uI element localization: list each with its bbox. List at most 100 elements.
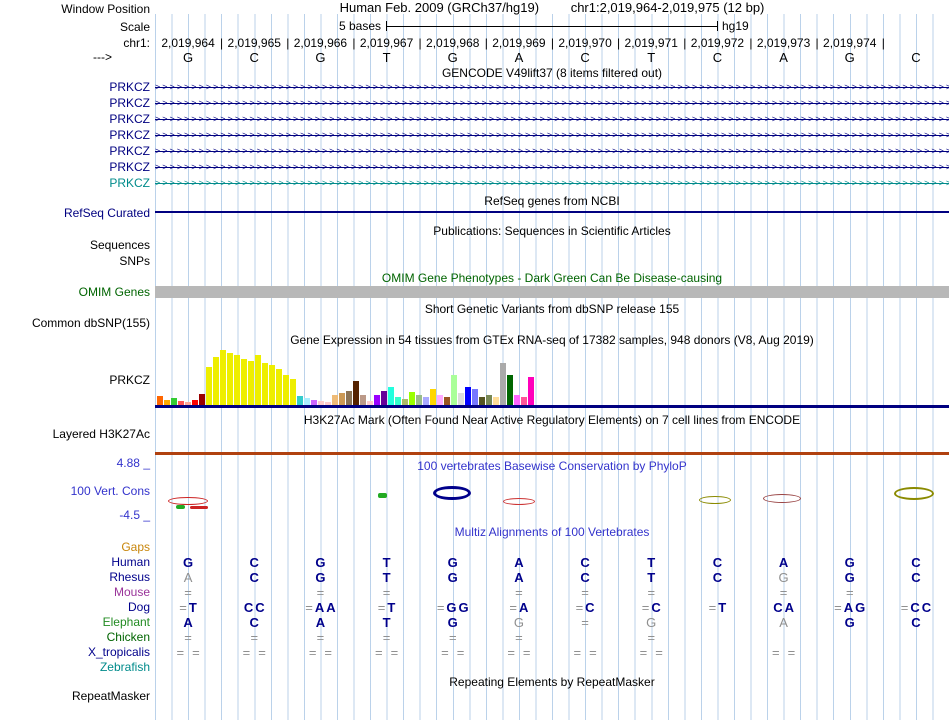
common-dbsnp-label[interactable]: Common dbSNP(155) — [0, 316, 150, 330]
alignment-cell: = — [184, 585, 192, 600]
alignment-cell: = = — [771, 645, 796, 660]
species-label[interactable]: Rhesus — [0, 570, 150, 584]
alignment-cell — [751, 630, 817, 645]
gtex-gene-label[interactable]: PRKCZ — [0, 373, 150, 387]
alignment-cell — [618, 540, 684, 555]
alignment-cell: G — [844, 615, 855, 630]
alignment-cell — [684, 540, 750, 555]
alignment-cell — [883, 660, 949, 675]
alignment-cell: = T — [179, 600, 197, 615]
chrom-label: chr1: — [123, 36, 150, 50]
species-label[interactable]: Dog — [0, 600, 150, 614]
alignment-cell — [817, 660, 883, 675]
alignment-cell: = = — [308, 645, 332, 660]
species-label[interactable]: Elephant — [0, 615, 150, 629]
alignment-row: ACGTGACTCGGC — [155, 570, 949, 585]
alignment-row — [155, 660, 949, 675]
alignment-cell: = — [316, 630, 325, 645]
alignment-cell: C — [712, 570, 723, 585]
alignment-cell: G — [315, 555, 326, 570]
alignment-row: = = = = = = = — [155, 630, 949, 645]
alignment-cell: = = — [441, 645, 465, 660]
species-label[interactable]: Mouse — [0, 585, 150, 599]
gene-label-prkcz[interactable]: PRKCZ — [0, 128, 150, 142]
repeatmasker-label[interactable]: RepeatMasker — [0, 689, 150, 703]
alignment-cell — [287, 660, 353, 675]
gene-label-prkcz[interactable]: PRKCZ — [0, 96, 150, 110]
strand-direction-label: ---> — [93, 50, 112, 64]
species-label[interactable]: Zebrafish — [0, 660, 150, 674]
alignment-cell — [751, 540, 817, 555]
snps-label[interactable]: SNPs — [0, 254, 150, 268]
alignment-cell — [684, 585, 750, 600]
alignment-cell: G — [315, 570, 326, 585]
alignment-cell — [684, 615, 750, 630]
gene-label-prkcz[interactable]: PRKCZ — [0, 80, 150, 94]
repeatmasker-track-title: Repeating Elements by RepeatMasker — [449, 675, 655, 689]
alignment-cell — [883, 630, 949, 645]
alignment-cell: = = — [507, 645, 531, 660]
phylop-track-label[interactable]: 100 Vert. Cons — [0, 484, 150, 498]
alignment-cell: CA — [773, 600, 794, 615]
species-label[interactable]: Human — [0, 555, 150, 569]
alignment-cell: G — [646, 615, 657, 630]
alignment-cell: = — [382, 630, 391, 645]
alignment-cell — [552, 630, 618, 645]
alignment-cell — [420, 585, 486, 600]
alignment-cell — [817, 540, 883, 555]
alignment-cell: C — [249, 570, 259, 585]
phylop-min-label: -4.5 _ — [119, 508, 150, 522]
alignment-cell: G — [447, 570, 458, 585]
alignment-cell — [883, 585, 949, 600]
phylop-max-label: 4.88 _ — [116, 456, 150, 470]
alignment-cell: = — [515, 585, 523, 600]
omim-genes-label[interactable]: OMIM Genes — [0, 285, 150, 299]
alignment-cell — [684, 660, 750, 675]
alignment-cell: = C — [641, 600, 661, 615]
alignment-cell: G — [844, 555, 855, 570]
alignment-row: = = = = = = = = — [155, 585, 949, 600]
refseq-curated-label[interactable]: RefSeq Curated — [0, 206, 150, 220]
alignment-cell — [552, 660, 618, 675]
alignment-row — [155, 540, 949, 555]
species-label[interactable]: Gaps — [0, 540, 150, 554]
alignment-cell: = — [184, 630, 192, 645]
gene-label-prkcz[interactable]: PRKCZ — [0, 176, 150, 190]
sequences-label[interactable]: Sequences — [0, 238, 150, 252]
alignment-cell: G — [513, 615, 524, 630]
alignment-cell — [221, 660, 287, 675]
alignment-cell: = — [382, 585, 391, 600]
gene-label-prkcz[interactable]: PRKCZ — [0, 112, 150, 126]
scale-label: Scale — [119, 20, 150, 34]
alignment-cell: = A A — [305, 600, 336, 615]
alignment-cell: = = — [176, 645, 200, 660]
alignment-cell: T — [647, 570, 656, 585]
window-position-label: Window Position — [61, 2, 150, 16]
alignment-cell: G — [844, 570, 855, 585]
gene-label-prkcz[interactable]: PRKCZ — [0, 160, 150, 174]
species-label[interactable]: Chicken — [0, 630, 150, 644]
species-label[interactable]: X_tropicalis — [0, 645, 150, 659]
alignment-cell: T — [382, 555, 391, 570]
alignment-cell: C — [712, 555, 723, 570]
alignment-cell: = A — [509, 600, 529, 615]
layered-h3k27ac-label[interactable]: Layered H3K27Ac — [0, 427, 150, 441]
alignment-cell: C — [911, 570, 921, 585]
alignment-cell — [618, 660, 684, 675]
alignment-cell: = — [779, 585, 788, 600]
multiz-alignment-grid: G C G T G A C T C A G C A C G T G A C T C G G C = = = = = = = = = T C C = A A =… — [155, 0, 949, 720]
gene-label-prkcz[interactable]: PRKCZ — [0, 144, 150, 158]
alignment-cell — [684, 630, 750, 645]
alignment-cell: = A G — [834, 600, 866, 615]
alignment-cell: = — [647, 630, 656, 645]
alignment-cell: = — [647, 585, 656, 600]
alignment-row: GCGTGACTCAGC — [155, 555, 949, 570]
alignment-row: = = = = = = = = = = = = = = = = = = — [155, 645, 949, 660]
alignment-cell: = — [448, 630, 457, 645]
alignment-cell: T — [382, 615, 391, 630]
alignment-cell: C — [249, 555, 259, 570]
alignment-cell: C — [911, 615, 921, 630]
alignment-cell — [684, 645, 750, 660]
alignment-cell — [155, 540, 221, 555]
alignment-cell: = C — [575, 600, 595, 615]
